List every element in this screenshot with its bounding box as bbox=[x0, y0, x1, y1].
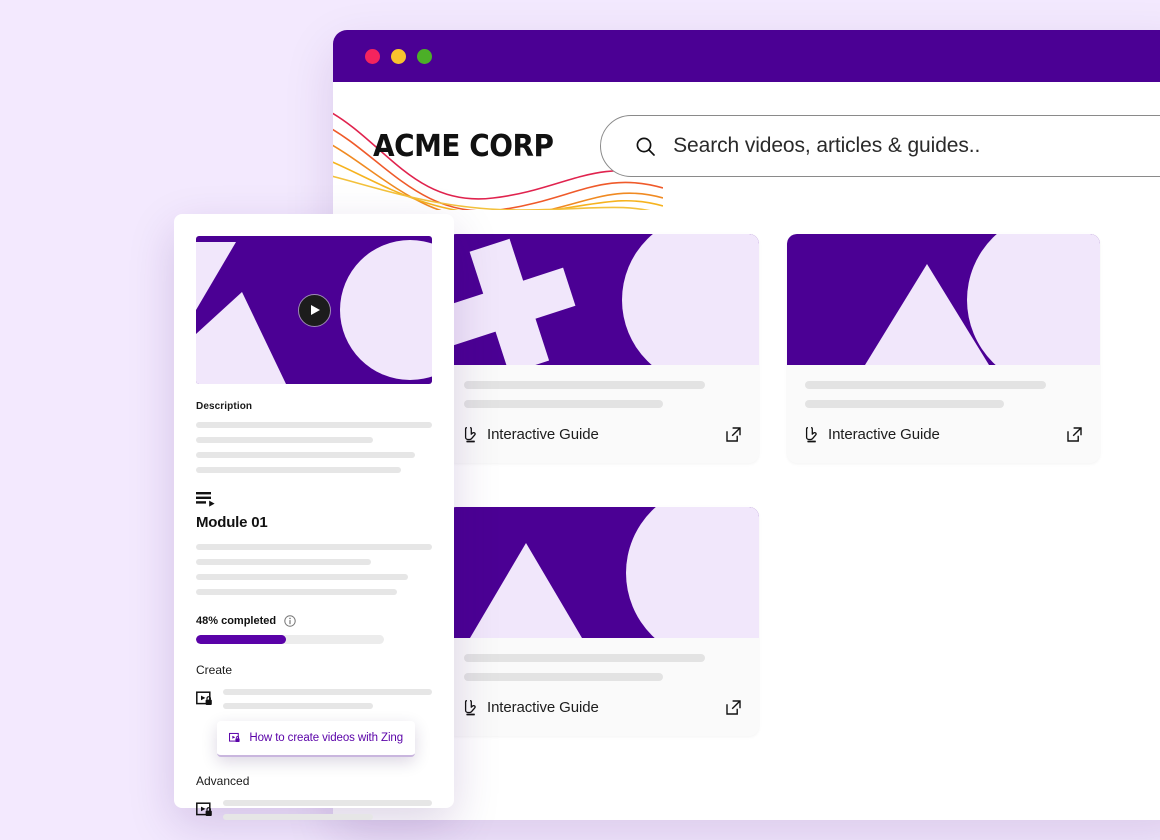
lesson-item[interactable] bbox=[196, 689, 432, 709]
window-titlebar bbox=[333, 30, 1160, 82]
content-area: Interactive Guide Interactive Guide Inte… bbox=[333, 210, 1160, 820]
placeholder-line bbox=[223, 814, 374, 820]
locked-video-icon bbox=[196, 691, 212, 705]
pointing-hand-icon bbox=[464, 699, 476, 715]
site-header: ACME CORP Search videos, articles & guid… bbox=[333, 82, 1160, 210]
card-thumbnail bbox=[446, 234, 759, 365]
placeholder-line bbox=[196, 422, 432, 428]
playlist-icon bbox=[196, 492, 215, 507]
video-player[interactable] bbox=[196, 236, 432, 384]
search-placeholder-text: Search videos, articles & guides.. bbox=[673, 134, 981, 157]
placeholder-line bbox=[464, 400, 664, 408]
placeholder-line bbox=[464, 381, 705, 389]
placeholder-line bbox=[464, 673, 664, 681]
pointing-hand-icon bbox=[805, 426, 817, 442]
placeholder-line bbox=[196, 452, 416, 458]
card-body bbox=[787, 365, 1100, 408]
placeholder-line bbox=[805, 381, 1046, 389]
browser-window: ACME CORP Search videos, articles & guid… bbox=[333, 30, 1160, 820]
maximize-window-button[interactable] bbox=[417, 48, 432, 64]
lesson-item[interactable] bbox=[196, 800, 432, 820]
description-label: Description bbox=[196, 401, 253, 412]
progress-bar bbox=[196, 635, 384, 644]
placeholder-line bbox=[223, 703, 374, 709]
card-body bbox=[446, 638, 759, 681]
progress-bar-fill bbox=[196, 635, 287, 644]
section-label-create: Create bbox=[196, 663, 233, 677]
search-icon bbox=[636, 137, 655, 156]
placeholder-line bbox=[223, 800, 432, 806]
placeholder-line bbox=[196, 544, 432, 550]
content-card[interactable]: Interactive Guide bbox=[787, 234, 1100, 463]
lesson-tooltip[interactable]: How to create videos with Zing bbox=[217, 721, 415, 757]
external-link-icon[interactable] bbox=[726, 427, 741, 442]
play-icon[interactable] bbox=[297, 293, 331, 327]
card-type-label: Interactive Guide bbox=[487, 426, 599, 443]
placeholder-line bbox=[196, 574, 409, 580]
video-lesson-icon bbox=[229, 732, 240, 743]
brand-logo: ACME CORP bbox=[373, 128, 554, 164]
placeholder-line bbox=[805, 400, 1005, 408]
content-card[interactable]: Interactive Guide bbox=[446, 234, 759, 463]
module-title: Module 01 bbox=[196, 514, 268, 531]
module-detail-card: Description Module 01 48% completed Crea… bbox=[174, 214, 454, 820]
external-link-icon[interactable] bbox=[726, 700, 741, 715]
card-grid: Interactive Guide Interactive Guide Inte… bbox=[333, 234, 1160, 736]
card-footer: Interactive Guide bbox=[446, 681, 759, 736]
external-link-icon[interactable] bbox=[1067, 427, 1082, 442]
close-window-button[interactable] bbox=[365, 48, 380, 64]
tooltip-label: How to create videos with Zing bbox=[249, 732, 403, 744]
card-footer: Interactive Guide bbox=[446, 408, 759, 463]
search-input[interactable]: Search videos, articles & guides.. bbox=[600, 115, 1160, 177]
content-card[interactable]: Interactive Guide bbox=[446, 507, 759, 736]
info-icon[interactable] bbox=[284, 615, 296, 627]
progress-label: 48% completed bbox=[196, 615, 277, 627]
locked-video-icon bbox=[196, 802, 212, 816]
play-button-overlay[interactable] bbox=[196, 236, 432, 384]
placeholder-line bbox=[196, 437, 373, 443]
section-label-advanced: Advanced bbox=[196, 774, 250, 788]
card-footer: Interactive Guide bbox=[787, 408, 1100, 463]
placeholder-line bbox=[223, 689, 432, 695]
progress-row: 48% completed bbox=[196, 615, 432, 627]
card-type-label: Interactive Guide bbox=[828, 426, 940, 443]
placeholder-line bbox=[196, 589, 397, 595]
pointing-hand-icon bbox=[464, 426, 476, 442]
placeholder-line bbox=[196, 559, 371, 565]
card-body bbox=[446, 365, 759, 408]
placeholder-line bbox=[464, 654, 705, 662]
card-type-label: Interactive Guide bbox=[487, 699, 599, 716]
minimize-window-button[interactable] bbox=[391, 48, 406, 64]
card-thumbnail bbox=[787, 234, 1100, 365]
card-thumbnail bbox=[446, 507, 759, 638]
placeholder-line bbox=[196, 467, 402, 473]
